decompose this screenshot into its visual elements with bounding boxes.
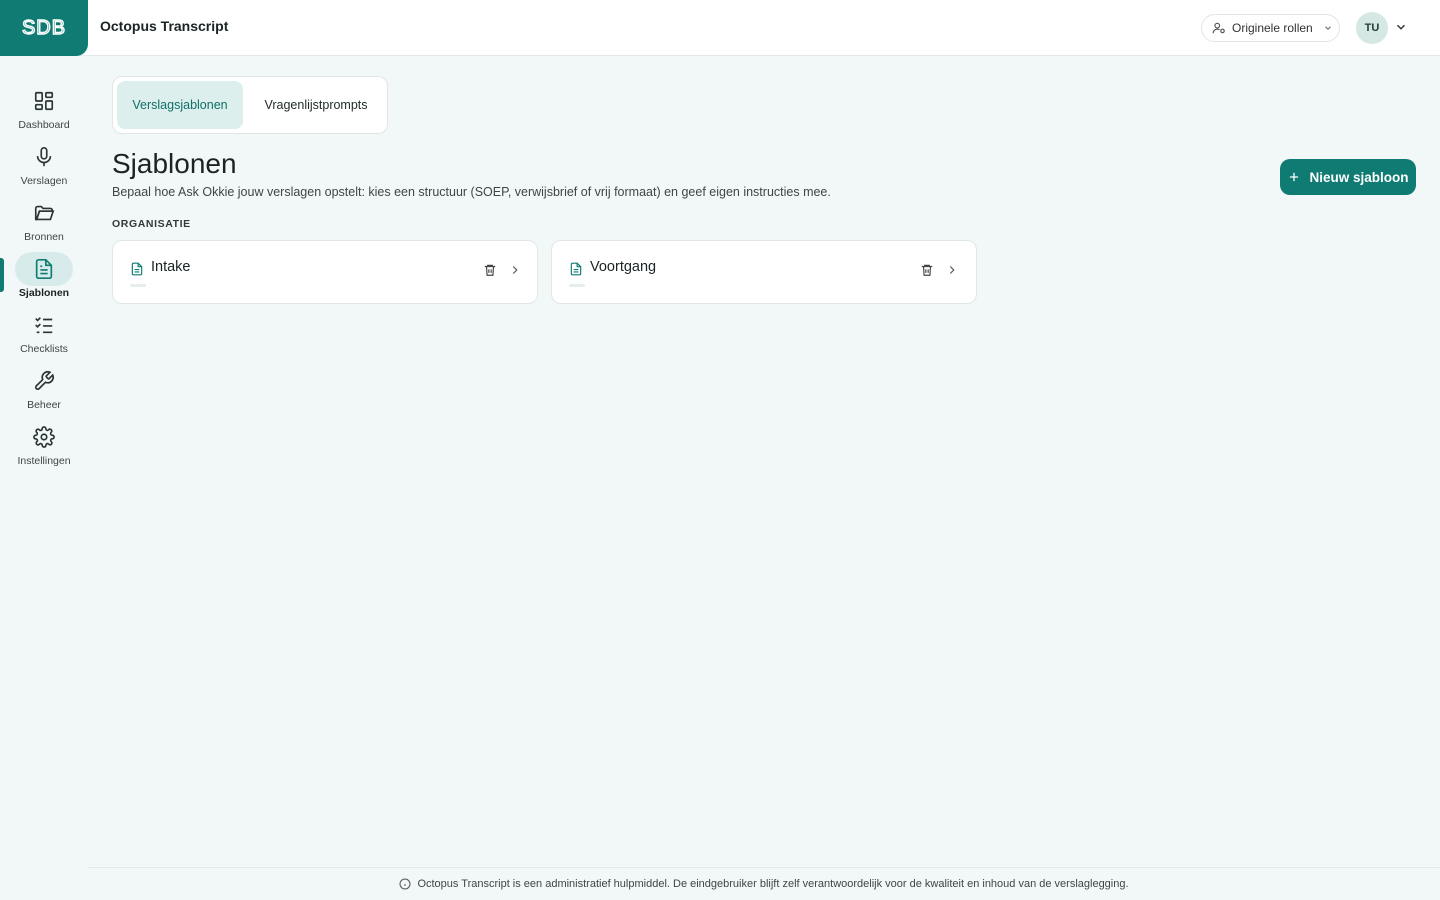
placeholder-line: [569, 284, 585, 287]
new-template-button[interactable]: Nieuw sjabloon: [1280, 159, 1416, 195]
sidebar-item-checklists[interactable]: Checklists: [0, 308, 88, 364]
template-name: Intake: [151, 259, 191, 275]
trash-icon[interactable]: [483, 263, 497, 277]
logo-mark: SDB: [21, 17, 66, 39]
sidebar: Dashboard Verslagen Bronnen Sjablonen Ch…: [0, 56, 88, 900]
trash-icon[interactable]: [920, 263, 934, 277]
sidebar-item-label: Verslagen: [20, 175, 68, 187]
role-label: Originele rollen: [1232, 21, 1313, 35]
document-icon: [570, 262, 582, 276]
chevron-down-icon[interactable]: [1394, 20, 1408, 34]
microphone-icon: [15, 140, 73, 174]
sidebar-item-label: Beheer: [27, 399, 61, 411]
gear-icon: [15, 420, 73, 454]
sidebar-item-bronnen[interactable]: Bronnen: [0, 196, 88, 252]
avatar[interactable]: TU: [1356, 12, 1388, 44]
footer-text: Octopus Transcript is een administratief…: [417, 878, 1129, 890]
sidebar-item-label: Bronnen: [24, 231, 64, 243]
folder-icon: [15, 196, 73, 230]
tab-verslagsjablonen[interactable]: Verslagsjablonen: [117, 81, 243, 129]
sidebar-item-verslagen[interactable]: Verslagen: [0, 140, 88, 196]
chevron-right-icon[interactable]: [508, 263, 522, 277]
page-title: Sjablonen: [112, 148, 237, 179]
svg-text:SDB: SDB: [22, 17, 66, 39]
user-settings-icon: [1212, 22, 1225, 34]
chevron-down-icon: [1324, 26, 1331, 30]
chevron-right-icon[interactable]: [945, 263, 959, 277]
template-card-intake[interactable]: Intake: [112, 240, 538, 304]
page-subtitle: Bepaal hoe Ask Okkie jouw verslagen opst…: [112, 185, 831, 199]
app-title: Octopus Transcript: [100, 18, 229, 34]
sidebar-item-label: Instellingen: [17, 455, 71, 467]
sidebar-item-beheer[interactable]: Beheer: [0, 364, 88, 420]
role-switcher[interactable]: Originele rollen: [1201, 14, 1340, 42]
sidebar-item-instellingen[interactable]: Instellingen: [0, 420, 88, 476]
template-name: Voortgang: [590, 259, 657, 275]
document-icon: [131, 262, 143, 276]
plus-icon: [1290, 172, 1299, 182]
sidebar-item-dashboard[interactable]: Dashboard: [0, 84, 88, 140]
new-template-label: Nieuw sjabloon: [1309, 169, 1409, 185]
top-header: SDB Octopus Transcript Originele rollen …: [0, 0, 1440, 56]
wrench-icon: [15, 364, 73, 398]
template-tabs: Verslagsjablonen Vragenlijstprompts: [112, 76, 388, 134]
placeholder-line: [130, 284, 146, 287]
template-card-voortgang[interactable]: Voortgang: [551, 240, 977, 304]
sidebar-item-label: Sjablonen: [18, 287, 70, 299]
tab-vragenlijstprompts[interactable]: Vragenlijstprompts: [247, 81, 385, 129]
document-icon: [15, 252, 73, 286]
checklist-icon: [15, 308, 73, 342]
sidebar-item-label: Checklists: [20, 343, 68, 355]
section-label: ORGANISATIE: [112, 218, 191, 230]
logo[interactable]: SDB: [0, 0, 88, 56]
dashboard-icon: [15, 84, 73, 118]
info-icon: [399, 878, 411, 890]
footer-disclaimer: Octopus Transcript is een administratief…: [88, 867, 1440, 900]
sidebar-item-sjablonen[interactable]: Sjablonen: [0, 252, 88, 308]
sidebar-item-label: Dashboard: [18, 119, 70, 131]
